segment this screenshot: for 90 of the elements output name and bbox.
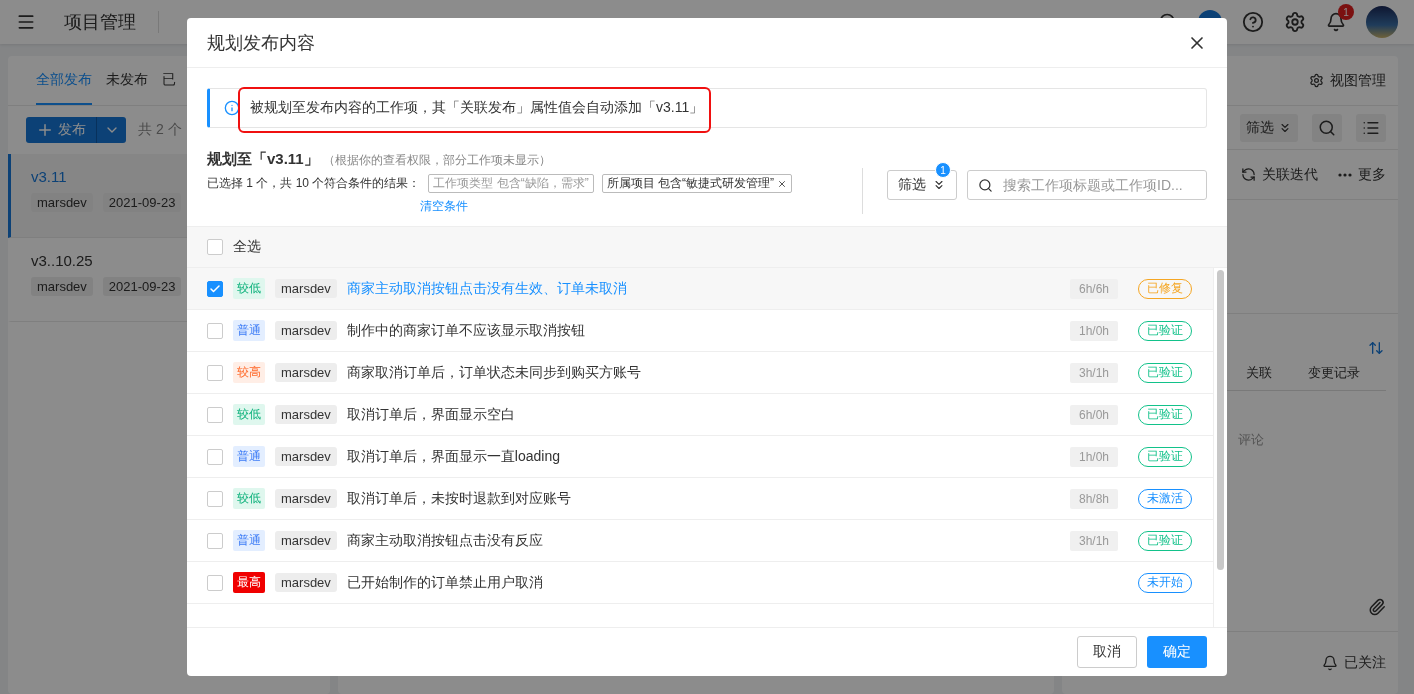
select-all-label: 全选 <box>233 238 261 256</box>
confirm-button[interactable]: 确定 <box>1147 636 1207 668</box>
list-view-button[interactable] <box>1356 113 1386 142</box>
detail-tab[interactable]: 变更记录 <box>1308 364 1360 382</box>
owner-tag: marsdev <box>31 277 93 296</box>
help-icon[interactable] <box>1242 11 1264 33</box>
priority-tag: 较低 <box>233 278 265 299</box>
owner-tag: marsdev <box>275 573 337 592</box>
work-item-title: 取消订单后，界面显示一直loading <box>346 447 560 466</box>
release-tab[interactable]: 未发布 <box>106 71 148 105</box>
filter-button[interactable]: 筛选 <box>1240 113 1298 142</box>
priority-tag: 较低 <box>233 404 265 425</box>
owner-tag: marsdev <box>275 279 337 298</box>
priority-tag: 普通 <box>233 320 265 341</box>
hours-tag: 8h/8h <box>1070 488 1118 509</box>
row-checkbox[interactable] <box>207 406 223 423</box>
owner-tag: marsdev <box>31 193 93 212</box>
search-field[interactable]: 搜索工作项标题或工作项ID... <box>967 170 1207 200</box>
notification-badge: 1 <box>1338 4 1354 20</box>
bell-icon <box>1322 655 1338 671</box>
row-checkbox[interactable] <box>207 448 223 465</box>
more-link[interactable]: 更多 <box>1338 165 1386 184</box>
owner-tag: marsdev <box>275 489 337 508</box>
hours-tag: 6h/0h <box>1070 404 1118 425</box>
priority-tag: 较高 <box>233 362 265 383</box>
info-icon <box>224 100 240 116</box>
owner-tag: marsdev <box>275 531 337 550</box>
sort-icon[interactable] <box>1368 340 1384 356</box>
dropdown-button[interactable] <box>96 117 126 143</box>
priority-tag: 普通 <box>233 446 265 467</box>
dialog-title: 规划发布内容 <box>207 31 315 55</box>
menu-icon[interactable] <box>16 12 36 32</box>
hours-tag: 3h/1h <box>1070 530 1118 551</box>
search-icon <box>978 177 993 193</box>
refresh-icon <box>1241 167 1256 182</box>
release-name: v3.11 <box>31 168 67 185</box>
settings-icon <box>1309 73 1324 88</box>
row-checkbox[interactable] <box>207 574 223 591</box>
release-name: v3..10.25 <box>31 252 93 269</box>
hours-tag: 6h/6h <box>1070 278 1118 299</box>
link-iteration-link[interactable]: 关联迭代 <box>1241 165 1318 184</box>
plus-icon <box>36 121 54 139</box>
hours-tag: 1h/0h <box>1070 446 1118 467</box>
work-item-title: 商家主动取消按钮点击没有生效、订单未取消 <box>346 279 627 298</box>
new-release-button[interactable]: 发布 <box>26 117 96 143</box>
app-title: 项目管理 <box>64 11 136 34</box>
priority-tag: 最高 <box>233 572 265 593</box>
filter-count-badge: 1 <box>935 162 951 178</box>
owner-tag: marsdev <box>275 321 337 340</box>
notice-text: 被规划至发布内容的工作项，其「关联发布」属性值会自动添加「v3.11」 <box>250 99 704 117</box>
scrollbar-thumb[interactable] <box>1217 270 1224 570</box>
search-icon <box>1318 118 1336 137</box>
priority-tag: 普通 <box>233 530 265 551</box>
priority-tag: 较低 <box>233 488 265 509</box>
work-item-title: 制作中的商家订单不应该显示取消按钮 <box>346 321 585 340</box>
search-button[interactable] <box>1312 113 1342 142</box>
condition-tag: 工作项类型 包含“缺陷，需求” <box>428 174 594 193</box>
release-count: 共 2 个 <box>138 121 182 139</box>
work-item-title: 商家取消订单后，订单状态未同步到购买方账号 <box>346 363 641 382</box>
row-checkbox[interactable] <box>207 280 223 297</box>
hours-tag: 1h/0h <box>1070 320 1118 341</box>
date-tag: 2021-09-23 <box>102 277 182 296</box>
work-item-title: 取消订单后，界面显示空白 <box>346 405 515 424</box>
owner-tag: marsdev <box>275 363 337 382</box>
work-item-title: 取消订单后，未按时退款到对应账号 <box>346 489 571 508</box>
cancel-button[interactable]: 取消 <box>1077 636 1137 668</box>
more-icon <box>1338 172 1352 177</box>
double-chevron-icon <box>932 178 946 192</box>
hours-tag: 3h/1h <box>1070 362 1118 383</box>
release-tab[interactable]: 已 <box>162 71 176 105</box>
work-item-title: 已开始制作的订单禁止用户取消 <box>346 573 543 592</box>
date-tag: 2021-09-23 <box>102 193 182 212</box>
view-manage-link[interactable]: 视图管理 <box>1309 71 1386 90</box>
remove-icon[interactable] <box>777 178 787 189</box>
row-checkbox[interactable] <box>207 532 223 549</box>
owner-tag: marsdev <box>275 447 337 466</box>
follow-button[interactable]: 已关注 <box>1322 654 1386 672</box>
detail-tab[interactable]: 关联 <box>1246 364 1272 382</box>
settings-icon[interactable] <box>1284 11 1306 33</box>
select-all-checkbox[interactable] <box>207 239 223 255</box>
avatar[interactable] <box>1366 6 1398 38</box>
row-checkbox[interactable] <box>207 322 223 339</box>
attachment-icon[interactable] <box>1368 597 1386 616</box>
row-checkbox[interactable] <box>207 490 223 507</box>
owner-tag: marsdev <box>275 405 337 424</box>
notification-icon[interactable] <box>1326 12 1346 32</box>
work-item-title: 商家主动取消按钮点击没有反应 <box>346 531 543 550</box>
condition-tag: 所属项目 包含“敏捷式研发管理” <box>601 174 792 193</box>
check-icon <box>209 282 221 295</box>
row-checkbox[interactable] <box>207 364 223 381</box>
